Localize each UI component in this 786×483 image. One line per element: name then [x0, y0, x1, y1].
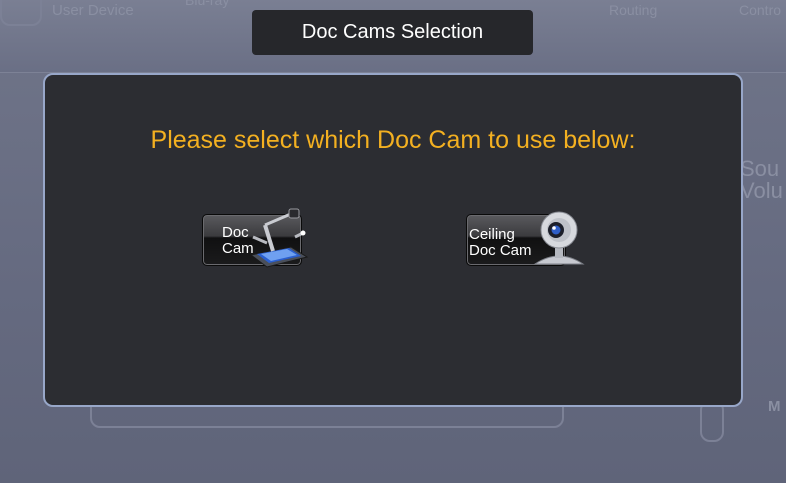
background-tab-bluray: Blu-ray [185, 0, 230, 8]
doc-cam-selection-dialog: Please select which Doc Cam to use below… [43, 73, 743, 407]
background-sound-label: Sou [740, 156, 780, 181]
webcam-icon [533, 211, 585, 265]
page-title: Doc Cams Selection [252, 10, 533, 55]
ceiling-doc-cam-button-line2: Doc Cam [469, 242, 532, 259]
doc-cam-button[interactable]: Doc Cam [202, 208, 309, 268]
background-tab-user-device: User Device [52, 2, 134, 19]
document-camera-icon [249, 208, 309, 268]
background-tab-control: Contro [739, 2, 782, 18]
selection-prompt: Please select which Doc Cam to use below… [150, 126, 636, 154]
background-icon [0, 0, 42, 26]
ceiling-doc-cam-button[interactable]: Ceiling Doc Cam [466, 211, 585, 266]
background-corner-label: M [768, 398, 781, 415]
background-tab-routing: Routing [609, 2, 658, 18]
ceiling-doc-cam-button-label: Ceiling Doc Cam [469, 227, 532, 259]
background-volume-label: Volu [740, 178, 783, 203]
ceiling-doc-cam-button-line1: Ceiling [469, 226, 515, 243]
page-title-text: Doc Cams Selection [301, 21, 484, 43]
